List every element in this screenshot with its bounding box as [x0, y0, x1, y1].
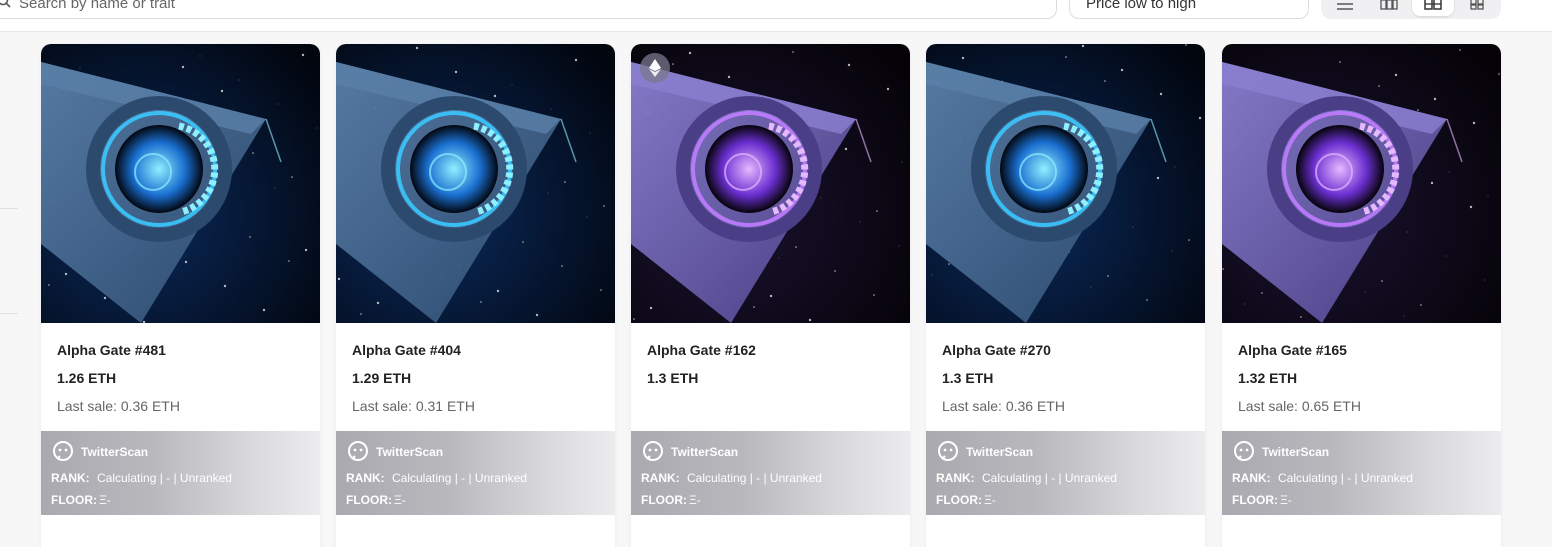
- search-placeholder: Search by name or trait: [19, 0, 175, 12]
- grid-large-button[interactable]: [1412, 0, 1454, 16]
- nft-image[interactable]: [41, 44, 320, 323]
- twitterscan-panel: TwitterScan RANK: Calculating | - | Unrank…: [336, 431, 615, 515]
- floor-label: FLOOR:: [1232, 493, 1278, 507]
- nft-card[interactable]: Alpha Gate #270 1.3 ETH Last sale: 0.36 ET…: [926, 44, 1205, 547]
- floor-value: Ξ-: [99, 493, 111, 507]
- floor-label: FLOOR:: [346, 493, 392, 507]
- rank-label: RANK:: [51, 471, 90, 485]
- floor-value: Ξ-: [1280, 493, 1292, 507]
- nft-image[interactable]: [1222, 44, 1501, 323]
- nft-card[interactable]: Alpha Gate #162 1.3 ETH TwitterScan RANK: Ca…: [631, 44, 910, 547]
- rank-value: Calculating | - | Unranked: [687, 471, 822, 485]
- rank-value: Calculating | - | Unranked: [982, 471, 1117, 485]
- sidebar-divider: [0, 313, 18, 314]
- twitterscan-brand: TwitterScan: [966, 445, 1034, 459]
- search-icon: [0, 0, 11, 8]
- rank-label: RANK:: [1232, 471, 1271, 485]
- rank-value: Calculating | - | Unranked: [392, 471, 527, 485]
- twitterscan-brand: TwitterScan: [376, 445, 444, 459]
- last-sale: Last sale: 0.36 ETH: [942, 398, 1065, 414]
- nft-name[interactable]: Alpha Gate #165: [1238, 342, 1347, 358]
- nft-price: 1.29 ETH: [352, 370, 412, 386]
- sort-select[interactable]: Price low to high: [1069, 0, 1309, 19]
- list-view-button[interactable]: [1324, 0, 1366, 16]
- toolbar: Search by name or trait Price low to hig…: [0, 0, 1552, 32]
- twitterscan-brand: TwitterScan: [81, 445, 149, 459]
- floor-value: Ξ-: [984, 493, 996, 507]
- sidebar-divider: [0, 208, 18, 209]
- twitterscan-logo-icon: [1234, 441, 1254, 461]
- grid-icon: [1470, 0, 1484, 10]
- nft-name[interactable]: Alpha Gate #162: [647, 342, 756, 358]
- nft-image[interactable]: [336, 44, 615, 323]
- grid-small-icon: [1380, 0, 1398, 10]
- list-view-icon: [1337, 3, 1353, 10]
- twitterscan-logo-icon: [643, 441, 663, 461]
- rank-label: RANK:: [641, 471, 680, 485]
- twitterscan-logo-icon: [938, 441, 958, 461]
- nft-price: 1.26 ETH: [57, 370, 117, 386]
- rank-value: Calculating | - | Unranked: [97, 471, 232, 485]
- view-mode-toggle: [1321, 0, 1501, 19]
- eth-icon: [640, 53, 670, 83]
- grid-small-button[interactable]: [1368, 0, 1410, 16]
- grid-large-icon: [1424, 0, 1442, 10]
- nft-name[interactable]: Alpha Gate #481: [57, 342, 166, 358]
- nft-image[interactable]: [631, 44, 910, 323]
- nft-card[interactable]: Alpha Gate #481 1.26 ETH Last sale: 0.36 E…: [41, 44, 320, 547]
- twitterscan-panel: TwitterScan RANK: Calculating | - | Unrank…: [1222, 431, 1501, 515]
- last-sale: Last sale: 0.31 ETH: [352, 398, 475, 414]
- last-sale: Last sale: 0.65 ETH: [1238, 398, 1361, 414]
- twitterscan-logo-icon: [348, 441, 368, 461]
- floor-label: FLOOR:: [51, 493, 97, 507]
- twitterscan-panel: TwitterScan RANK: Calculating | - | Unrank…: [631, 431, 910, 515]
- nft-image[interactable]: [926, 44, 1205, 323]
- search-input[interactable]: Search by name or trait: [0, 0, 1057, 19]
- twitterscan-panel: TwitterScan RANK: Calculating | - | Unrank…: [41, 431, 320, 515]
- nft-name[interactable]: Alpha Gate #270: [942, 342, 1051, 358]
- twitterscan-brand: TwitterScan: [1262, 445, 1330, 459]
- floor-value: Ξ-: [689, 493, 701, 507]
- rank-label: RANK:: [346, 471, 385, 485]
- twitterscan-panel: TwitterScan RANK: Calculating | - | Unrank…: [926, 431, 1205, 515]
- floor-label: FLOOR:: [936, 493, 982, 507]
- rank-label: RANK:: [936, 471, 975, 485]
- grid-button[interactable]: [1456, 0, 1498, 16]
- nft-card[interactable]: Alpha Gate #165 1.32 ETH Last sale: 0.65 E…: [1222, 44, 1501, 547]
- twitterscan-brand: TwitterScan: [671, 445, 739, 459]
- sort-value: Price low to high: [1086, 0, 1197, 12]
- nft-card[interactable]: Alpha Gate #404 1.29 ETH Last sale: 0.31 E…: [336, 44, 615, 547]
- nft-price: 1.32 ETH: [1238, 370, 1298, 386]
- last-sale: Last sale: 0.36 ETH: [57, 398, 180, 414]
- nft-price: 1.3 ETH: [942, 370, 994, 386]
- floor-value: Ξ-: [394, 493, 406, 507]
- twitterscan-logo-icon: [53, 441, 73, 461]
- nft-name[interactable]: Alpha Gate #404: [352, 342, 461, 358]
- nft-price: 1.3 ETH: [647, 370, 699, 386]
- rank-value: Calculating | - | Unranked: [1278, 471, 1413, 485]
- floor-label: FLOOR:: [641, 493, 687, 507]
